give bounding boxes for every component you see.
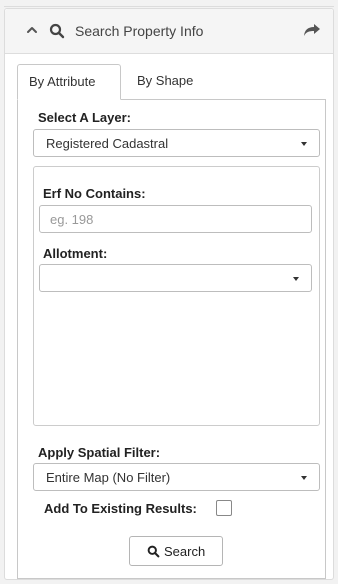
share-icon[interactable] [303, 22, 321, 38]
search-button-label: Search [164, 544, 206, 559]
spatial-filter-select[interactable]: Entire Map (No Filter) [33, 463, 320, 491]
tab-by-shape[interactable]: By Shape [126, 64, 204, 100]
tab-by-attribute[interactable]: By Attribute [17, 64, 121, 100]
attribute-filter-box: Erf No Contains: Allotment: [33, 166, 320, 426]
spatial-filter-value: Entire Map (No Filter) [46, 470, 171, 485]
add-existing-checkbox[interactable] [216, 500, 232, 516]
search-property-panel: Search Property Info By Attribute By Sha… [4, 8, 334, 580]
panel-top-edge [4, 0, 334, 7]
panel-title: Search Property Info [75, 23, 204, 39]
layer-label: Select A Layer: [38, 110, 131, 125]
allotment-label: Allotment: [43, 246, 108, 261]
add-existing-label: Add To Existing Results: [44, 501, 197, 516]
chevron-up-icon[interactable] [25, 23, 39, 37]
search-icon [147, 545, 160, 558]
layer-select-value: Registered Cadastral [46, 136, 169, 151]
allotment-select[interactable] [39, 264, 312, 292]
search-icon [49, 23, 65, 39]
caret-down-icon [293, 277, 299, 281]
panel-header[interactable]: Search Property Info [5, 9, 333, 54]
erf-no-label: Erf No Contains: [43, 186, 146, 201]
caret-down-icon [301, 142, 307, 146]
attribute-tab-content: Select A Layer: Registered Cadastral Erf… [17, 99, 326, 579]
caret-down-icon [301, 476, 307, 480]
erf-no-input[interactable] [39, 205, 312, 233]
layer-select[interactable]: Registered Cadastral [33, 129, 320, 157]
spatial-filter-label: Apply Spatial Filter: [38, 445, 161, 460]
search-button[interactable]: Search [129, 536, 223, 566]
tab-bar: By Attribute By Shape [16, 64, 326, 100]
